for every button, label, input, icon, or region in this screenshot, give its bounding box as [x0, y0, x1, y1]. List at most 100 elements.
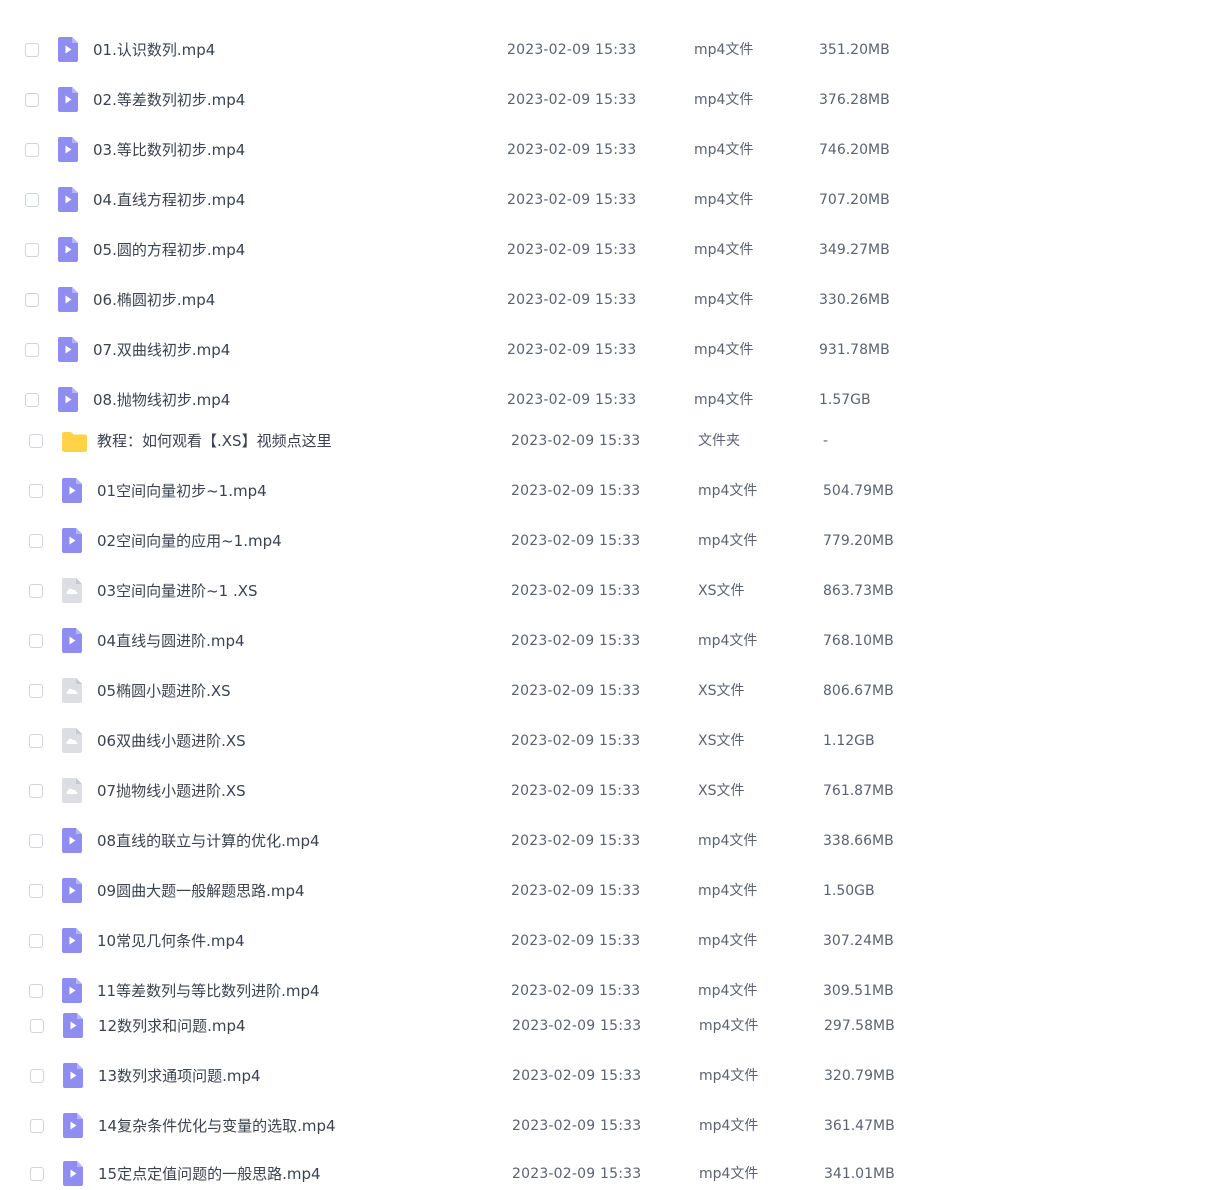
row-checkbox[interactable]: [29, 484, 43, 498]
file-name[interactable]: 02空间向量的应用~1.mp4: [97, 532, 282, 550]
file-name[interactable]: 07抛物线小题进阶.XS: [97, 782, 246, 800]
file-size: 330.26MB: [819, 292, 890, 308]
file-size: 863.73MB: [823, 583, 894, 599]
video-file-icon: [62, 978, 82, 1003]
file-name[interactable]: 06双曲线小题进阶.XS: [97, 732, 246, 750]
file-name[interactable]: 05椭圆小题进阶.XS: [97, 682, 231, 700]
file-modified-date: 2023-02-09 15:33: [507, 292, 637, 308]
row-checkbox[interactable]: [30, 1019, 44, 1033]
file-row[interactable]: 08.抛物线初步.mp4 2023-02-09 15:33 mp4文件 1.57…: [25, 386, 985, 416]
file-modified-date: 2023-02-09 15:33: [511, 933, 641, 949]
row-checkbox[interactable]: [30, 1119, 44, 1133]
video-file-icon: [58, 287, 78, 312]
row-checkbox[interactable]: [30, 1069, 44, 1083]
file-type: mp4文件: [698, 933, 758, 949]
file-row[interactable]: 04直线与圆进阶.mp4 2023-02-09 15:33 mp4文件 768.…: [29, 627, 989, 657]
file-row[interactable]: 12数列求和问题.mp4 2023-02-09 15:33 mp4文件 297.…: [30, 1012, 990, 1042]
row-checkbox[interactable]: [29, 684, 43, 698]
file-row[interactable]: 15定点定值问题的一般思路.mp4 2023-02-09 15:33 mp4文件…: [30, 1160, 990, 1190]
file-name[interactable]: 14复杂条件优化与变量的选取.mp4: [98, 1117, 336, 1135]
file-size: 307.24MB: [823, 933, 894, 949]
file-modified-date: 2023-02-09 15:33: [511, 533, 641, 549]
file-size: 297.58MB: [824, 1018, 895, 1034]
file-row[interactable]: 05椭圆小题进阶.XS 2023-02-09 15:33 XS文件 806.67…: [29, 677, 989, 707]
row-checkbox[interactable]: [25, 343, 39, 357]
row-checkbox[interactable]: [29, 634, 43, 648]
file-size: 1.12GB: [823, 733, 875, 749]
file-row[interactable]: 教程：如何观看【.XS】视频点这里 2023-02-09 15:33 文件夹 -: [29, 427, 989, 457]
row-checkbox[interactable]: [29, 534, 43, 548]
row-checkbox[interactable]: [25, 93, 39, 107]
file-type: mp4文件: [699, 1018, 759, 1034]
row-checkbox[interactable]: [25, 293, 39, 307]
file-row[interactable]: 03.等比数列初步.mp4 2023-02-09 15:33 mp4文件 746…: [25, 136, 985, 166]
file-name[interactable]: 11等差数列与等比数列进阶.mp4: [97, 982, 320, 1000]
row-checkbox[interactable]: [30, 1167, 44, 1181]
file-name[interactable]: 01空间向量初步~1.mp4: [97, 482, 267, 500]
file-name[interactable]: 10常见几何条件.mp4: [97, 932, 245, 950]
file-row[interactable]: 05.圆的方程初步.mp4 2023-02-09 15:33 mp4文件 349…: [25, 236, 985, 266]
file-type: mp4文件: [698, 833, 758, 849]
file-row[interactable]: 01.认识数列.mp4 2023-02-09 15:33 mp4文件 351.2…: [25, 36, 985, 66]
file-row[interactable]: 06.椭圆初步.mp4 2023-02-09 15:33 mp4文件 330.2…: [25, 286, 985, 316]
file-name[interactable]: 05.圆的方程初步.mp4: [93, 241, 245, 259]
file-row[interactable]: 02空间向量的应用~1.mp4 2023-02-09 15:33 mp4文件 7…: [29, 527, 989, 557]
row-checkbox[interactable]: [25, 243, 39, 257]
row-checkbox[interactable]: [25, 143, 39, 157]
file-row[interactable]: 04.直线方程初步.mp4 2023-02-09 15:33 mp4文件 707…: [25, 186, 985, 216]
file-row[interactable]: 06双曲线小题进阶.XS 2023-02-09 15:33 XS文件 1.12G…: [29, 727, 989, 757]
file-name[interactable]: 13数列求通项问题.mp4: [98, 1067, 261, 1085]
file-row[interactable]: 03空间向量进阶~1 .XS 2023-02-09 15:33 XS文件 863…: [29, 577, 989, 607]
video-file-icon: [58, 37, 78, 62]
row-checkbox[interactable]: [29, 584, 43, 598]
file-name[interactable]: 07.双曲线初步.mp4: [93, 341, 230, 359]
file-name[interactable]: 08直线的联立与计算的优化.mp4: [97, 832, 320, 850]
file-modified-date: 2023-02-09 15:33: [512, 1018, 642, 1034]
row-checkbox[interactable]: [29, 984, 43, 998]
file-row[interactable]: 08直线的联立与计算的优化.mp4 2023-02-09 15:33 mp4文件…: [29, 827, 989, 857]
file-name[interactable]: 09圆曲大题一般解题思路.mp4: [97, 882, 305, 900]
row-checkbox[interactable]: [25, 393, 39, 407]
file-row[interactable]: 01空间向量初步~1.mp4 2023-02-09 15:33 mp4文件 50…: [29, 477, 989, 507]
file-name[interactable]: 08.抛物线初步.mp4: [93, 391, 230, 409]
file-name[interactable]: 12数列求和问题.mp4: [98, 1017, 246, 1035]
file-name[interactable]: 06.椭圆初步.mp4: [93, 291, 215, 309]
file-row[interactable]: 13数列求通项问题.mp4 2023-02-09 15:33 mp4文件 320…: [30, 1062, 990, 1092]
file-name[interactable]: 教程：如何观看【.XS】视频点这里: [97, 432, 332, 450]
file-type: mp4文件: [699, 1068, 759, 1084]
row-checkbox[interactable]: [29, 834, 43, 848]
file-row[interactable]: 09圆曲大题一般解题思路.mp4 2023-02-09 15:33 mp4文件 …: [29, 877, 989, 907]
file-name[interactable]: 03空间向量进阶~1 .XS: [97, 582, 258, 600]
row-checkbox[interactable]: [29, 884, 43, 898]
video-file-icon: [58, 87, 78, 112]
file-row[interactable]: 02.等差数列初步.mp4 2023-02-09 15:33 mp4文件 376…: [25, 86, 985, 116]
file-size: 349.27MB: [819, 242, 890, 258]
file-name[interactable]: 15定点定值问题的一般思路.mp4: [98, 1165, 321, 1183]
row-checkbox[interactable]: [29, 734, 43, 748]
file-name[interactable]: 01.认识数列.mp4: [93, 41, 215, 59]
file-row[interactable]: 10常见几何条件.mp4 2023-02-09 15:33 mp4文件 307.…: [29, 927, 989, 957]
file-size: 320.79MB: [824, 1068, 895, 1084]
file-name[interactable]: 04.直线方程初步.mp4: [93, 191, 245, 209]
file-modified-date: 2023-02-09 15:33: [507, 242, 637, 258]
file-name[interactable]: 04直线与圆进阶.mp4: [97, 632, 245, 650]
video-file-icon: [63, 1063, 83, 1088]
file-name[interactable]: 02.等差数列初步.mp4: [93, 91, 245, 109]
file-type: mp4文件: [699, 1166, 759, 1182]
file-row[interactable]: 14复杂条件优化与变量的选取.mp4 2023-02-09 15:33 mp4文…: [30, 1112, 990, 1142]
row-checkbox[interactable]: [29, 934, 43, 948]
file-row[interactable]: 11等差数列与等比数列进阶.mp4 2023-02-09 15:33 mp4文件…: [29, 977, 989, 1007]
row-checkbox[interactable]: [29, 434, 43, 448]
row-checkbox[interactable]: [29, 784, 43, 798]
file-name[interactable]: 03.等比数列初步.mp4: [93, 141, 245, 159]
video-file-icon: [62, 828, 82, 853]
row-checkbox[interactable]: [25, 193, 39, 207]
video-file-icon: [62, 928, 82, 953]
row-checkbox[interactable]: [25, 43, 39, 57]
file-type: mp4文件: [694, 142, 754, 158]
file-row[interactable]: 07.双曲线初步.mp4 2023-02-09 15:33 mp4文件 931.…: [25, 336, 985, 366]
file-row[interactable]: 07抛物线小题进阶.XS 2023-02-09 15:33 XS文件 761.8…: [29, 777, 989, 807]
video-file-icon: [58, 337, 78, 362]
file-modified-date: 2023-02-09 15:33: [511, 683, 641, 699]
file-size: 504.79MB: [823, 483, 894, 499]
